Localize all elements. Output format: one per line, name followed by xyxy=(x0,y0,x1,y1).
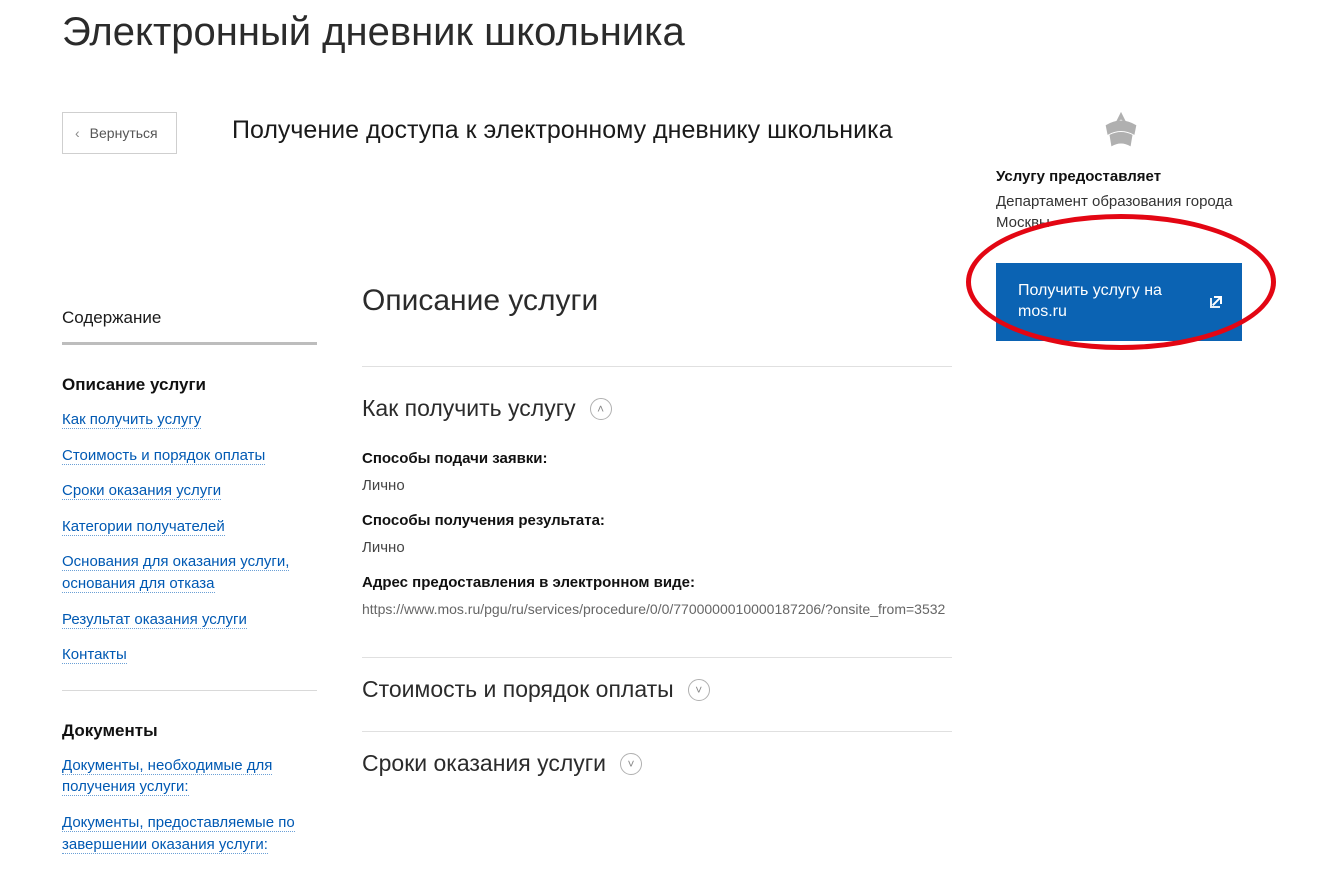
sidebar-link-categories[interactable]: Категории получателей xyxy=(62,518,225,536)
e-address-label: Адрес предоставления в электронном виде: xyxy=(362,574,952,591)
accordion-cost[interactable]: Стоимость и порядок оплаты ˅ xyxy=(362,676,952,703)
section-separator-2 xyxy=(362,731,952,732)
chevron-down-icon: ˅ xyxy=(688,679,710,701)
sidebar-link-timing[interactable]: Сроки оказания услуги xyxy=(62,482,221,500)
chevron-left-icon: ‹ xyxy=(75,125,80,141)
sidebar-link-docs-needed[interactable]: Документы, необходимые для получения усл… xyxy=(62,757,272,797)
get-service-button-label: Получить услугу на mos.ru xyxy=(1018,282,1162,320)
accordion-timing[interactable]: Сроки оказания услуги ˅ xyxy=(362,750,952,777)
submit-method-label: Способы подачи заявки: xyxy=(362,450,952,467)
accordion-timing-label: Сроки оказания услуги xyxy=(362,750,606,777)
sidebar-group-documents: Документы xyxy=(62,721,314,741)
coat-of-arms-icon xyxy=(1098,108,1144,154)
sidebar-link-grounds[interactable]: Основания для оказания услуги, основания… xyxy=(62,553,289,593)
sidebar-link-how-to[interactable]: Как получить услугу xyxy=(62,411,201,429)
main-content: Описание услуги Как получить услугу ˄ Сп… xyxy=(362,284,952,777)
section-separator xyxy=(362,657,952,658)
sidebar: Содержание Описание услуги Как получить … xyxy=(62,308,314,869)
submit-method-value: Лично xyxy=(362,477,952,494)
service-subtitle: Получение доступа к электронному дневник… xyxy=(232,116,892,145)
provider-name: Департамент образования города Москвы xyxy=(996,191,1246,233)
chevron-down-icon: ˅ xyxy=(620,753,642,775)
page-title: Электронный дневник школьника xyxy=(62,10,1344,55)
chevron-up-icon: ˄ xyxy=(590,398,612,420)
accordion-how-to-label: Как получить услугу xyxy=(362,395,576,422)
sidebar-link-cost[interactable]: Стоимость и порядок оплаты xyxy=(62,447,265,465)
sidebar-links-description: Как получить услугу Стоимость и порядок … xyxy=(62,409,314,666)
sidebar-links-documents: Документы, необходимые для получения усл… xyxy=(62,755,314,855)
sidebar-divider xyxy=(62,690,317,691)
result-method-label: Способы получения результата: xyxy=(362,512,952,529)
sidebar-link-contacts[interactable]: Контакты xyxy=(62,646,127,664)
accordion-how-to[interactable]: Как получить услугу ˄ xyxy=(362,395,952,422)
provider-panel: Услугу предоставляет Департамент образов… xyxy=(996,108,1246,341)
provided-by-label: Услугу предоставляет xyxy=(996,168,1246,185)
sidebar-toc-heading: Содержание xyxy=(62,308,317,345)
get-service-button[interactable]: Получить услугу на mos.ru xyxy=(996,263,1242,341)
section-title: Описание услуги xyxy=(362,284,952,367)
result-method-value: Лично xyxy=(362,539,952,556)
e-address-value: https://www.mos.ru/pgu/ru/services/proce… xyxy=(362,601,952,617)
back-button-label: Вернуться xyxy=(90,125,158,141)
sidebar-link-docs-result[interactable]: Документы, предоставляемые по завершении… xyxy=(62,814,295,854)
sidebar-group-description: Описание услуги xyxy=(62,375,314,395)
back-button[interactable]: ‹ Вернуться xyxy=(62,112,177,154)
external-link-icon xyxy=(1208,294,1224,310)
accordion-cost-label: Стоимость и порядок оплаты xyxy=(362,676,674,703)
sidebar-link-result[interactable]: Результат оказания услуги xyxy=(62,611,247,629)
